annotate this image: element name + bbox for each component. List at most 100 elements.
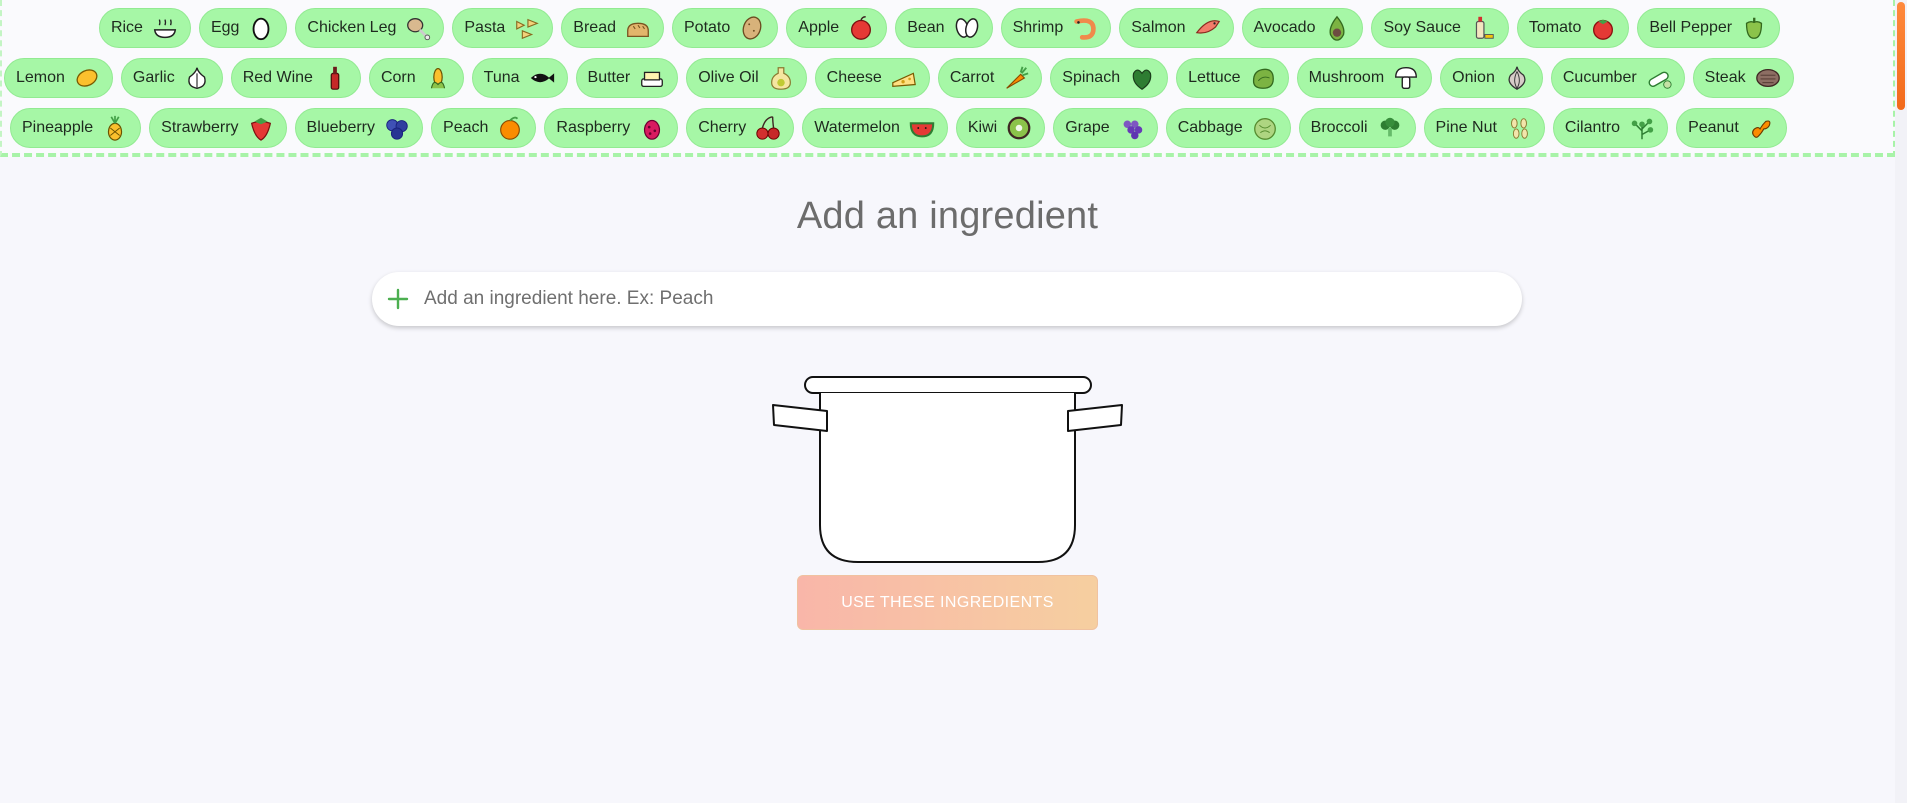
lettuce-icon (1248, 63, 1278, 93)
ingredient-chip-label: Strawberry (161, 119, 239, 136)
ingredient-chip-cheese[interactable]: Cheese (814, 58, 930, 98)
ingredient-chip-label: Tuna (483, 69, 520, 86)
ingredient-chip-label: Spinach (1062, 69, 1121, 86)
ingredient-chip-raspberry[interactable]: Raspberry (544, 108, 679, 148)
chip-row-2: Pineapple Strawberry Blueberry Peach Raspber… (2, 105, 1885, 151)
use-ingredients-button[interactable]: USE THESE INGREDIENTS (797, 575, 1098, 630)
butter-icon (637, 63, 667, 93)
ingredient-chip-grape[interactable]: Grape (1053, 108, 1158, 148)
ingredient-chip-tuna[interactable]: Tuna (471, 58, 568, 98)
ingredient-chip-cilantro[interactable]: Cilantro (1552, 108, 1669, 148)
mushroom-icon (1391, 63, 1421, 93)
salmon-icon (1193, 13, 1223, 43)
ingredient-chip-lemon[interactable]: Lemon (4, 58, 113, 98)
spinach-icon (1127, 63, 1157, 93)
ingredient-chip-label: Broccoli (1310, 119, 1368, 136)
bell-pepper-icon (1739, 13, 1769, 43)
ingredient-search-box[interactable] (372, 272, 1522, 326)
ingredient-chip-bell-pepper[interactable]: Bell Pepper (1637, 8, 1781, 48)
ingredient-chip-peach[interactable]: Peach (431, 108, 537, 148)
tuna-icon (527, 63, 557, 93)
pasta-icon (512, 13, 542, 43)
olive-oil-icon (766, 63, 796, 93)
ingredient-chip-corn[interactable]: Corn (368, 58, 464, 98)
kiwi-icon (1004, 113, 1034, 143)
ingredient-chip-strawberry[interactable]: Strawberry (149, 108, 287, 148)
ingredient-chip-label: Lemon (16, 69, 65, 86)
plus-icon[interactable] (384, 285, 412, 313)
ingredient-chip-label: Chicken Leg (307, 19, 397, 36)
ingredient-chip-label: Corn (380, 69, 416, 86)
ingredient-chip-peanut[interactable]: Peanut (1676, 108, 1787, 148)
ingredient-chip-tomato[interactable]: Tomato (1516, 8, 1630, 48)
ingredient-chip-olive-oil[interactable]: Olive Oil (686, 58, 807, 98)
ingredient-chip-kiwi[interactable]: Kiwi (955, 108, 1046, 148)
ingredient-chip-butter[interactable]: Butter (575, 58, 679, 98)
ingredient-chip-red-wine[interactable]: Red Wine (230, 58, 361, 98)
ingredient-chip-garlic[interactable]: Garlic (120, 58, 223, 98)
ingredient-chip-label: Blueberry (306, 119, 376, 136)
ingredient-chip-cabbage[interactable]: Cabbage (1165, 108, 1291, 148)
ingredient-chip-shrimp[interactable]: Shrimp (1000, 8, 1112, 48)
ingredient-chip-spinach[interactable]: Spinach (1050, 58, 1169, 98)
cherry-icon (753, 113, 783, 143)
ingredient-chip-label: Salmon (1131, 19, 1186, 36)
shrimp-icon (1070, 13, 1100, 43)
ingredient-chip-mushroom[interactable]: Mushroom (1296, 58, 1433, 98)
ingredient-chip-label: Olive Oil (698, 69, 759, 86)
red-wine-icon (320, 63, 350, 93)
ingredient-chip-salmon[interactable]: Salmon (1119, 8, 1234, 48)
ingredient-chip-apple[interactable]: Apple (786, 8, 888, 48)
page-scrollbar[interactable] (1895, 0, 1907, 803)
ingredient-chip-steak[interactable]: Steak (1692, 58, 1794, 98)
ingredient-chip-label: Cherry (698, 119, 747, 136)
ingredient-chip-blueberry[interactable]: Blueberry (294, 108, 424, 148)
ingredient-chip-label: Pasta (464, 19, 506, 36)
ingredient-chip-label: Pineapple (22, 119, 94, 136)
ingredient-chip-label: Peach (443, 119, 489, 136)
scrollbar-thumb[interactable] (1897, 2, 1905, 110)
ingredient-chip-label: Grape (1065, 119, 1110, 136)
ingredient-chip-watermelon[interactable]: Watermelon (802, 108, 948, 148)
ingredient-chip-label: Tomato (1528, 19, 1582, 36)
ingredient-chip-onion[interactable]: Onion (1440, 58, 1543, 98)
ingredient-chip-label: Red Wine (242, 69, 313, 86)
ingredient-chip-label: Peanut (1688, 119, 1739, 136)
strawberry-icon (246, 113, 276, 143)
bread-icon (623, 13, 653, 43)
ingredient-chip-cucumber[interactable]: Cucumber (1550, 58, 1685, 98)
ingredient-chip-label: Bread (573, 19, 616, 36)
ingredient-chip-bread[interactable]: Bread (561, 8, 664, 48)
ingredient-chip-label: Bean (907, 19, 945, 36)
ingredient-chip-broccoli[interactable]: Broccoli (1298, 108, 1416, 148)
ingredient-chip-carrot[interactable]: Carrot (937, 58, 1043, 98)
ingredient-chip-chicken-leg[interactable]: Chicken Leg (295, 8, 445, 48)
ingredient-chip-cherry[interactable]: Cherry (686, 108, 795, 148)
ingredient-chip-label: Bell Pepper (1649, 19, 1733, 36)
ingredient-chip-label: Kiwi (967, 119, 998, 136)
rice-bowl-icon (150, 13, 180, 43)
ingredient-chip-label: Lettuce (1188, 69, 1241, 86)
cooking-pot-icon (770, 375, 1125, 570)
cucumber-icon (1644, 63, 1674, 93)
ingredient-chip-avocado[interactable]: Avocado (1241, 8, 1364, 48)
ingredient-chip-egg[interactable]: Egg (198, 8, 288, 48)
pine-nut-icon (1504, 113, 1534, 143)
ingredient-chip-potato[interactable]: Potato (672, 8, 779, 48)
ingredient-input[interactable] (422, 287, 1476, 311)
ingredient-chip-bean[interactable]: Bean (895, 8, 993, 48)
ingredient-chip-pasta[interactable]: Pasta (452, 8, 554, 48)
ingredient-chip-pineapple[interactable]: Pineapple (10, 108, 142, 148)
ingredient-chip-lettuce[interactable]: Lettuce (1176, 58, 1289, 98)
ingredient-chip-label: Cheese (826, 69, 882, 86)
peach-icon (495, 113, 525, 143)
onion-icon (1502, 63, 1532, 93)
ingredient-chip-label: Steak (1704, 69, 1746, 86)
ingredient-chip-soy-sauce[interactable]: Soy Sauce (1371, 8, 1509, 48)
steak-icon (1753, 63, 1783, 93)
ingredient-chip-rice[interactable]: Rice (98, 8, 191, 48)
ingredient-chip-pine-nut[interactable]: Pine Nut (1423, 108, 1545, 148)
watermelon-icon (907, 113, 937, 143)
bean-icon (952, 13, 982, 43)
potato-icon (737, 13, 767, 43)
